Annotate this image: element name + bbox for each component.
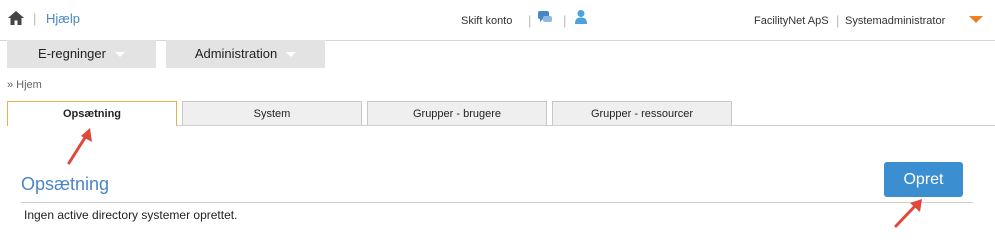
tab-grupper-ressourcer[interactable]: Grupper - ressourcer (552, 101, 732, 125)
breadcrumb[interactable]: » Hjem (7, 79, 42, 91)
user-icon[interactable] (574, 9, 588, 25)
top-bar: | Hjælp Skift konto | | FacilityNet ApS … (0, 0, 995, 41)
menu-label: Administration (194, 46, 278, 61)
menu-label: E-regninger (38, 46, 106, 61)
menu-e-regninger[interactable]: E-regninger (7, 40, 156, 68)
tab-system[interactable]: System (182, 101, 362, 125)
switch-account-link[interactable]: Skift konto (461, 15, 512, 27)
create-button[interactable]: Opret (884, 162, 963, 197)
help-link[interactable]: Hjælp (46, 11, 80, 26)
separator: | (836, 13, 840, 28)
home-icon[interactable] (7, 10, 25, 26)
tab-opsaetning[interactable]: Opsætning (7, 101, 177, 126)
page-title: Opsætning (21, 174, 110, 194)
menu-administration[interactable]: Administration (166, 40, 325, 68)
chat-bubbles-icon[interactable] (537, 10, 553, 26)
annotation-arrow-button (894, 199, 922, 228)
caret-down-icon (114, 52, 125, 58)
separator: | (33, 11, 37, 26)
user-role: Systemadministrator (845, 15, 946, 27)
empty-message: Ingen active directory systemer oprettet… (24, 208, 238, 222)
account-dropdown-icon[interactable] (969, 16, 983, 23)
company-name: FacilityNet ApS (754, 15, 829, 27)
caret-down-icon (286, 52, 297, 58)
section-divider (21, 202, 973, 203)
tab-grupper-brugere[interactable]: Grupper - brugere (367, 101, 547, 125)
annotation-arrow-tab (67, 128, 92, 165)
separator: | (528, 13, 532, 28)
separator: | (563, 13, 567, 28)
